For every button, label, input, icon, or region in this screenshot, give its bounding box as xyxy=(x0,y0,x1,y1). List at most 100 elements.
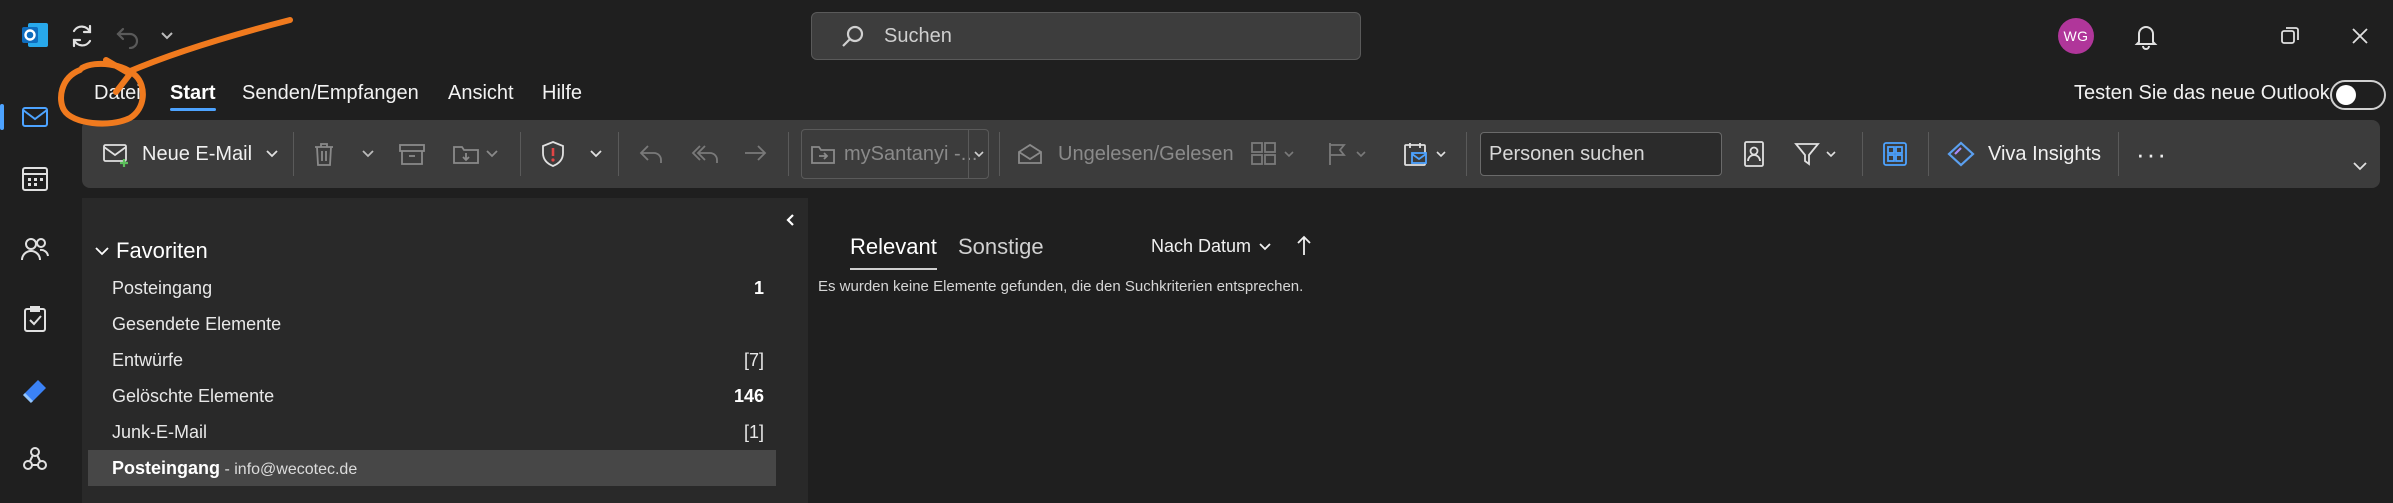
archive-icon xyxy=(399,144,425,165)
collapse-pane-button[interactable] xyxy=(780,210,800,230)
folder-item-posteingang[interactable]: Posteingang 1 xyxy=(82,270,776,306)
bell-icon[interactable] xyxy=(2128,18,2164,54)
undo-icon[interactable] xyxy=(110,18,146,54)
search-input[interactable]: Suchen xyxy=(811,12,1361,60)
follow-up-button[interactable] xyxy=(1326,120,1366,188)
divider xyxy=(1928,132,1929,176)
new-outlook-label: Testen Sie das neue Outlook xyxy=(2074,82,2330,104)
folder-count: [1] xyxy=(743,422,764,442)
arrow-up-icon xyxy=(1297,235,1311,255)
folder-name: Entwürfe xyxy=(112,350,184,370)
mail-icon[interactable] xyxy=(0,92,60,142)
title-bar: Suchen WG xyxy=(0,0,2393,72)
tasks-icon[interactable] xyxy=(10,294,60,344)
empty-state-message: Es wurden keine Elemente gefunden, die d… xyxy=(818,278,1304,295)
restore-icon[interactable] xyxy=(2272,18,2308,54)
delete-button[interactable] xyxy=(312,120,336,188)
people-search-input[interactable]: Personen suchen xyxy=(1480,132,1722,176)
tab-datei[interactable]: Datei xyxy=(94,82,141,105)
folder-item-account-inbox[interactable]: Posteingang - info@wecotec.de xyxy=(88,450,776,486)
people-icon[interactable] xyxy=(10,224,60,274)
tab-senden-empfangen[interactable]: Senden/Empfangen xyxy=(242,82,419,105)
apps-grid-button[interactable] xyxy=(1882,120,1908,188)
folder-item-geloeschte[interactable]: Gelöschte Elemente 146 xyxy=(82,378,776,414)
todo-icon[interactable] xyxy=(10,364,60,414)
folder-move-icon xyxy=(811,146,835,164)
folder-count: 1 xyxy=(753,278,764,298)
folder-item-entwuerfe[interactable]: Entwürfe [7] xyxy=(82,342,776,378)
viva-insights-button[interactable]: Viva Insights xyxy=(1946,120,2101,188)
account-folder-label: Posteingang - info@wecotec.de xyxy=(112,458,357,479)
quick-move-target: mySantanyi -... xyxy=(844,142,978,165)
calendar-icon[interactable] xyxy=(10,154,60,204)
trash-icon xyxy=(315,143,333,166)
flag-icon xyxy=(1329,143,1346,165)
unread-read-button[interactable]: Ungelesen/Gelesen xyxy=(1016,120,1234,188)
divider xyxy=(999,132,1000,176)
folder-name: Posteingang xyxy=(112,458,221,478)
divider xyxy=(293,132,294,176)
chevron-down-icon xyxy=(1826,150,1836,157)
sync-icon[interactable] xyxy=(64,18,100,54)
more-options-button[interactable]: ··· xyxy=(2136,120,2168,188)
chevron-down-icon xyxy=(590,150,602,158)
move-folder-icon xyxy=(453,146,479,164)
quick-access-chevron-icon[interactable] xyxy=(152,18,182,54)
address-book-button[interactable] xyxy=(1742,120,1766,188)
search-icon xyxy=(842,25,864,47)
tab-relevant[interactable]: Relevant xyxy=(850,234,937,270)
quick-move-dropdown[interactable] xyxy=(968,130,988,178)
tab-hilfe[interactable]: Hilfe xyxy=(542,82,582,105)
move-to-button[interactable] xyxy=(452,120,498,188)
new-mail-dropdown[interactable] xyxy=(266,120,278,188)
new-outlook-toggle[interactable] xyxy=(2330,80,2386,110)
report-button[interactable] xyxy=(540,120,566,188)
ribbon: Neue E-Mail mySantanyi -... Ungelesen/Ge… xyxy=(82,120,2380,188)
tab-start[interactable]: Start xyxy=(170,82,216,111)
chevron-down-icon xyxy=(95,247,109,256)
address-book-icon xyxy=(1744,141,1764,167)
folder-count: [7] xyxy=(743,350,764,370)
reply-icon xyxy=(639,145,662,163)
forward-icon xyxy=(745,145,767,161)
mail-rules-icon xyxy=(1404,143,1427,166)
new-mail-button[interactable]: Neue E-Mail xyxy=(102,120,252,188)
archive-button[interactable] xyxy=(398,120,426,188)
tab-sonstige[interactable]: Sonstige xyxy=(958,234,1044,260)
sort-by-button[interactable]: Nach Datum xyxy=(1151,236,1271,257)
divider xyxy=(1862,132,1863,176)
close-icon[interactable] xyxy=(2342,18,2378,54)
tab-ansicht[interactable]: Ansicht xyxy=(448,82,514,105)
forward-button[interactable] xyxy=(742,120,768,188)
categorize-button[interactable] xyxy=(1250,120,1294,188)
chevron-down-icon xyxy=(486,150,498,158)
folder-item-junk[interactable]: Junk-E-Mail [1] xyxy=(82,414,776,450)
sort-direction-button[interactable] xyxy=(1292,232,1316,258)
viva-insights-icon xyxy=(1947,141,1975,167)
viva-insights-label: Viva Insights xyxy=(1988,142,2102,165)
reply-button[interactable] xyxy=(638,120,664,188)
report-dropdown[interactable] xyxy=(590,120,602,188)
search-placeholder: Suchen xyxy=(884,24,952,47)
apps-icon[interactable] xyxy=(10,434,60,484)
chevron-left-icon xyxy=(786,214,794,226)
message-list: Relevant Sonstige Nach Datum Es wurden k… xyxy=(808,198,2380,503)
favorites-header[interactable]: Favoriten xyxy=(94,238,208,264)
quick-move-select[interactable]: mySantanyi -... xyxy=(801,129,989,179)
chevron-down-icon xyxy=(1284,150,1294,157)
ribbon-expand-button[interactable] xyxy=(2352,132,2368,200)
mail-rules-button[interactable] xyxy=(1402,120,1446,188)
delete-dropdown[interactable] xyxy=(362,120,374,188)
grid-icon xyxy=(1883,142,1907,166)
chevron-down-icon xyxy=(973,150,984,157)
folder-item-gesendete[interactable]: Gesendete Elemente xyxy=(82,306,776,342)
chevron-down-icon xyxy=(2353,162,2367,171)
reply-all-button[interactable] xyxy=(690,120,720,188)
filter-email-button[interactable] xyxy=(1794,120,1836,188)
chevron-down-icon xyxy=(1436,150,1446,157)
folder-name: Junk-E-Mail xyxy=(112,422,208,442)
chevron-down-icon xyxy=(362,150,374,158)
avatar[interactable]: WG xyxy=(2058,18,2094,54)
folder-pane: Favoriten Posteingang 1 Gesendete Elemen… xyxy=(82,198,808,503)
reply-all-icon xyxy=(691,145,718,163)
